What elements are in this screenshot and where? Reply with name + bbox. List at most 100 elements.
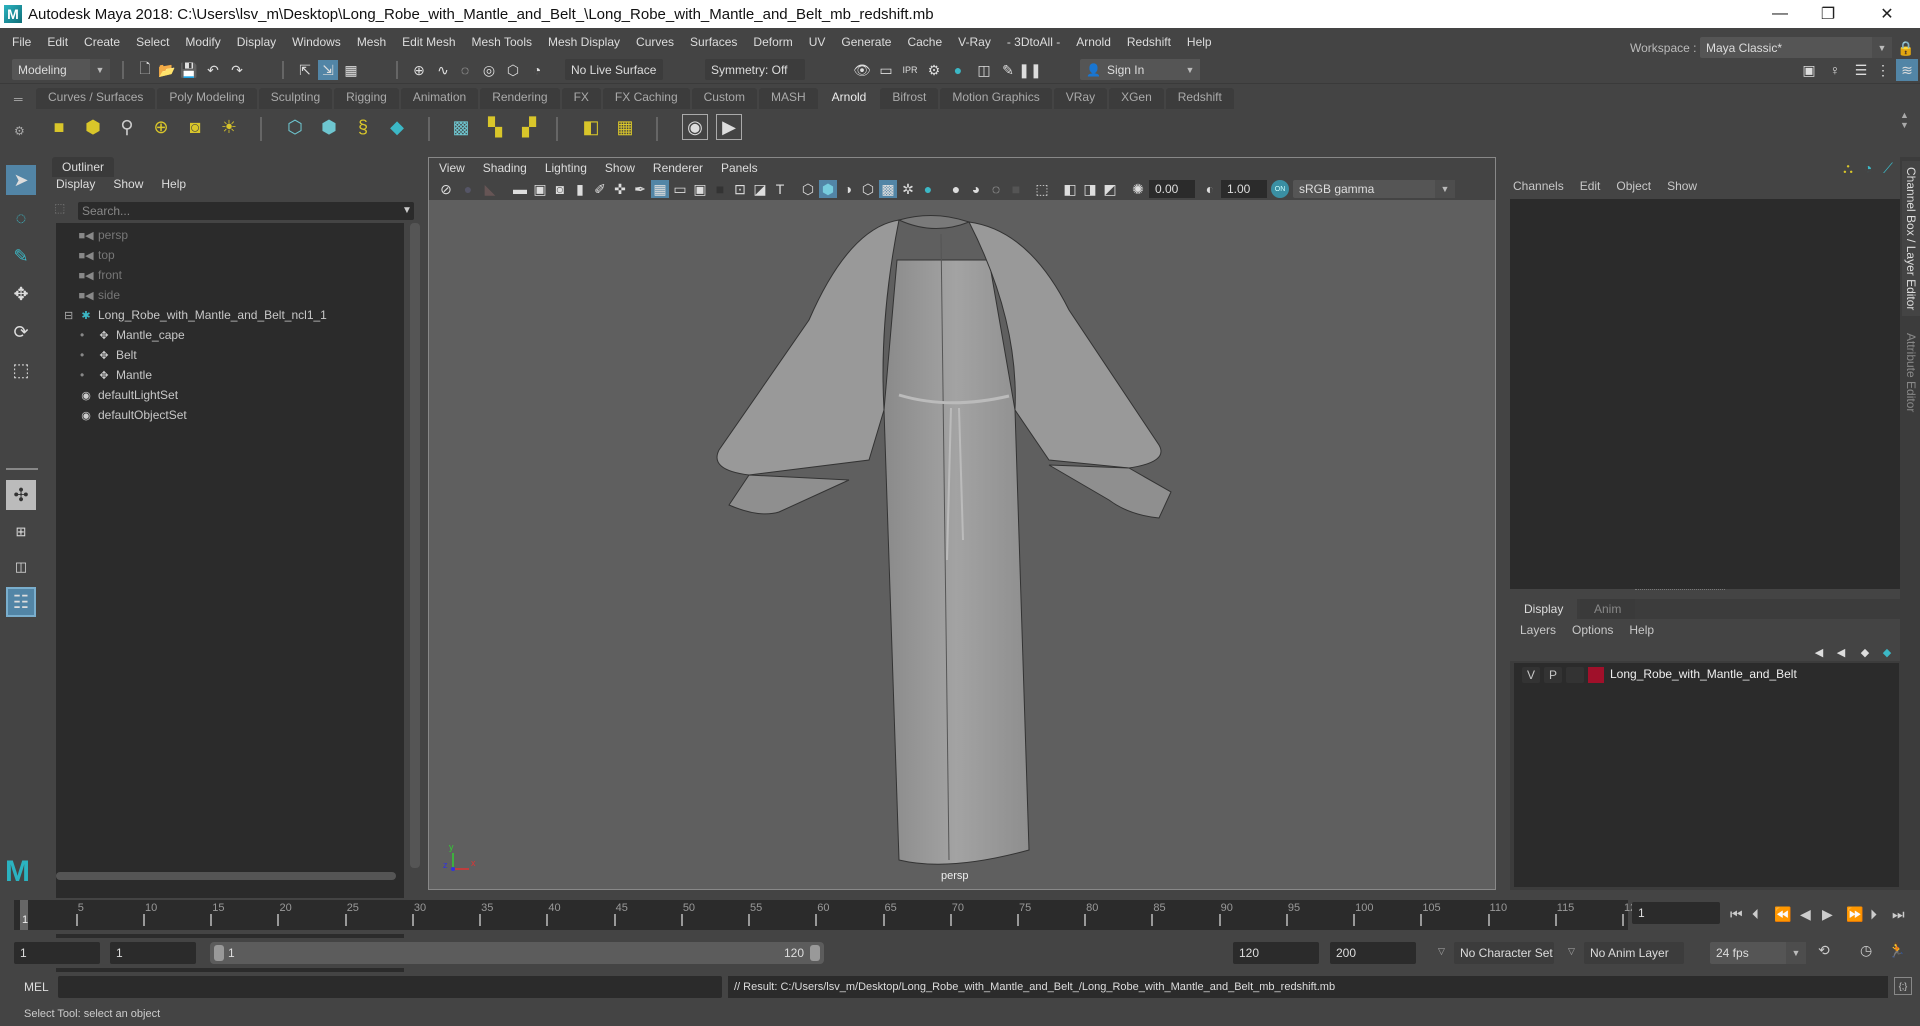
layer-menu-options[interactable]: Options <box>1572 623 1613 637</box>
outliner-vertical-scrollbar[interactable] <box>410 223 420 868</box>
anim-layer-chevron-icon[interactable]: ▽ <box>1568 946 1575 957</box>
viewport-menu-lighting[interactable]: Lighting <box>545 161 587 175</box>
color-management-toggle-icon[interactable]: ON <box>1271 180 1289 198</box>
textured-icon[interactable]: ▩ <box>879 180 897 198</box>
outliner-item[interactable]: • ✥ Belt <box>80 345 137 365</box>
single-pane-layout-icon[interactable]: ✣ <box>6 480 36 510</box>
menu-redshift[interactable]: Redshift <box>1119 35 1179 49</box>
auto-key-icon[interactable]: ◷ <box>1860 942 1872 959</box>
modeling-toolkit-icon[interactable]: ▣ <box>1800 61 1818 79</box>
shelf-tab-custom[interactable]: Custom <box>691 88 757 109</box>
layer-name[interactable]: Long_Robe_with_Mantle_and_Belt <box>1610 667 1797 681</box>
shelf-tab-poly-modeling[interactable]: Poly Modeling <box>157 88 257 109</box>
snap-curve-icon[interactable]: ∿ <box>434 61 452 79</box>
gamma-field[interactable]: 1.00 <box>1221 180 1267 198</box>
two-pane-layout-icon[interactable]: ◫ <box>6 552 36 582</box>
grease-pencil-icon[interactable]: ✐ <box>591 180 609 198</box>
checker-shader-icon[interactable]: ▦ <box>612 114 638 140</box>
tool-settings-toggle-icon[interactable]: ⋮ <box>1874 61 1892 79</box>
menu-edit[interactable]: Edit <box>39 35 76 49</box>
bookmarks-icon[interactable]: ◣ <box>481 180 499 198</box>
undo-icon[interactable]: ↶ <box>204 61 222 79</box>
outliner-horizontal-scrollbar[interactable] <box>56 872 396 880</box>
camera-film-icon[interactable]: ◙ <box>551 180 569 198</box>
outliner-menu-show[interactable]: Show <box>113 177 143 191</box>
go-to-start-icon[interactable]: ⏮ <box>1730 906 1743 923</box>
channel-menu-object[interactable]: Object <box>1616 179 1651 193</box>
area-light-icon[interactable]: ■ <box>46 114 72 140</box>
channel-menu-channels[interactable]: Channels <box>1513 179 1564 193</box>
speed-icon[interactable]: ◔ <box>1859 159 1877 177</box>
exposure-field[interactable]: 0.00 <box>1149 180 1195 198</box>
shelf-tab-xgen[interactable]: XGen <box>1109 88 1164 109</box>
side-tab-channel-box[interactable]: Channel Box / Layer Editor <box>1902 161 1920 317</box>
shelf-settings-icon[interactable]: ⚙ <box>14 124 25 138</box>
robe-model-render[interactable] <box>429 200 1495 889</box>
channel-menu-show[interactable]: Show <box>1667 179 1697 193</box>
exposure-icon[interactable]: ✺ <box>1129 180 1147 198</box>
move-layer-up-icon[interactable]: ◀ <box>1810 643 1828 661</box>
xray-active-icon[interactable]: ◨ <box>1081 180 1099 198</box>
current-frame-field[interactable]: 1 <box>1632 902 1720 924</box>
script-editor-icon[interactable]: {;} <box>1894 977 1912 995</box>
channel-box-toggle-icon[interactable]: ≋ <box>1896 59 1918 81</box>
minimize-button[interactable]: — <box>1757 0 1803 28</box>
outliner-search-input[interactable]: Search... <box>78 202 414 220</box>
restore-button[interactable]: ❐ <box>1805 0 1851 28</box>
bookmark-icon[interactable]: ▮ <box>571 180 589 198</box>
screen-space-ao-icon[interactable]: ● <box>947 180 965 198</box>
layer-display-type-toggle[interactable] <box>1566 667 1584 683</box>
open-scene-icon[interactable]: 📂 <box>158 61 176 79</box>
step-back-frame-icon[interactable]: ⏴ <box>1752 906 1759 923</box>
smooth-shade-icon[interactable]: ⬢ <box>819 180 837 198</box>
live-surface-field[interactable]: No Live Surface <box>565 59 663 80</box>
step-forward-frame-icon[interactable]: ⏵ <box>1870 906 1877 923</box>
channel-menu-edit[interactable]: Edit <box>1580 179 1601 193</box>
motion-blur-icon[interactable]: ◕ <box>967 180 985 198</box>
loop-icon[interactable]: ⟲ <box>1818 942 1830 959</box>
new-scene-icon[interactable]: 🗋 <box>136 60 154 79</box>
field-chart-icon[interactable]: ⊡ <box>731 180 749 198</box>
layer-tab-display[interactable]: Display <box>1510 599 1578 619</box>
step-forward-key-icon[interactable]: ⏩ <box>1846 906 1863 923</box>
side-tab-attribute-editor[interactable]: Attribute Editor <box>1902 327 1920 418</box>
photometric-light-icon[interactable]: ⚲ <box>114 114 140 140</box>
ipr-render-icon[interactable]: IPR <box>901 61 919 79</box>
arnold-render-view-icon[interactable]: ◫ <box>975 61 993 79</box>
hyperbolic-icon[interactable]: ⟋ <box>1879 159 1897 177</box>
create-standin-icon[interactable]: ⬡ <box>282 114 308 140</box>
shelf-tab-redshift[interactable]: Redshift <box>1165 88 1234 109</box>
outliner-item[interactable]: ■◀ side <box>78 285 120 305</box>
xray-joints-icon[interactable]: ◩ <box>1101 180 1119 198</box>
outliner-item[interactable]: ■◀ front <box>78 265 122 285</box>
script-language-toggle[interactable]: MEL <box>24 980 49 994</box>
make-live-icon[interactable]: ⬡ <box>504 61 522 79</box>
snap-grid-icon[interactable]: ⊕ <box>410 61 428 79</box>
range-start-handle[interactable] <box>214 945 224 961</box>
lasso-tool-icon[interactable]: ◌ <box>6 203 36 233</box>
command-input[interactable] <box>58 976 722 998</box>
workspace-dropdown[interactable]: Maya Classic* ▼ <box>1700 37 1892 58</box>
menu-windows[interactable]: Windows <box>284 35 349 49</box>
gamma-icon[interactable]: ◐ <box>1201 180 1219 198</box>
hypershade-icon[interactable]: ● <box>949 61 967 79</box>
filter-icon[interactable]: ⬚ <box>54 201 65 215</box>
pause-viewport-icon[interactable]: ❚❚ <box>1018 61 1041 79</box>
skydome-light-icon[interactable]: ⊕ <box>148 114 174 140</box>
menu-create[interactable]: Create <box>76 35 128 49</box>
texture-manager-icon[interactable]: ▩ <box>448 114 474 140</box>
shelf-tab-vray[interactable]: VRay <box>1053 88 1108 109</box>
anti-aliasing-icon[interactable]: ◌ <box>987 180 1005 198</box>
step-back-key-icon[interactable]: ⏪ <box>1774 906 1791 923</box>
layer-visibility-toggle[interactable]: V <box>1522 667 1540 683</box>
attribute-editor-toggle-icon[interactable]: ☰ <box>1852 61 1870 79</box>
shelf-tab-animation[interactable]: Animation <box>400 88 479 109</box>
character-set-dropdown[interactable]: No Character Set <box>1454 942 1554 964</box>
playback-start-field[interactable]: 1 <box>110 942 196 964</box>
resolution-gate-icon[interactable]: ▣ <box>691 180 709 198</box>
layer-color-swatch[interactable] <box>1588 667 1604 683</box>
menu-edit-mesh[interactable]: Edit Mesh <box>394 35 463 49</box>
select-by-hierarchy-icon[interactable]: ⇱ <box>296 61 314 79</box>
curve-collector-icon[interactable]: § <box>350 114 376 140</box>
menu-mesh-display[interactable]: Mesh Display <box>540 35 628 49</box>
